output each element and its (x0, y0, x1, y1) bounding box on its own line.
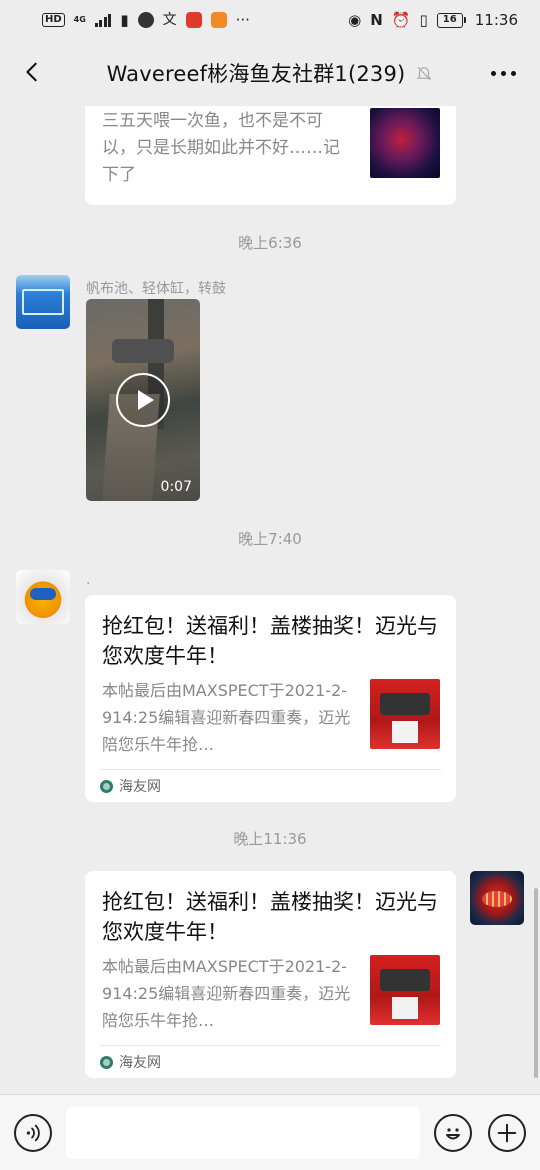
card-title: 抢红包！送福利！盖楼抽奖！迈光与您欢度牛年！ (102, 614, 438, 668)
mute-bell-icon (416, 66, 432, 81)
back-arrow-icon (26, 62, 37, 82)
card-thumbnail (370, 679, 440, 749)
video-app-icon (185, 12, 202, 28)
battery-level: 16 (442, 13, 457, 25)
back-button[interactable] (14, 54, 50, 90)
emoji-icon (446, 1128, 460, 1140)
sender-name: 帆布池、轻体缸，转鼓 (86, 281, 226, 297)
timestamp: 晚上7:40 (238, 530, 302, 548)
avatar[interactable] (470, 871, 524, 925)
translate-icon: 文 (162, 11, 177, 28)
avatar[interactable] (16, 275, 70, 329)
shop-app-icon (210, 12, 227, 28)
hd-badge: HD (42, 13, 65, 27)
card-source: 海友网 (100, 769, 441, 802)
signal-icon (94, 13, 112, 27)
source-icon (100, 1055, 113, 1069)
video-duration: 0:07 (160, 479, 192, 495)
voice-button[interactable] (14, 1114, 52, 1152)
plus-button[interactable] (488, 1114, 526, 1152)
source-name: 海友网 (119, 1055, 161, 1071)
timestamp: 晚上11:36 (233, 830, 307, 848)
chat-header: Wavereef彬海鱼友社群1(239) (0, 40, 540, 106)
sender-name: . (86, 572, 91, 588)
status-left: HD 4G ▮ 文 ··· (42, 12, 250, 28)
app-notification-icon (137, 12, 154, 28)
card-source: 海友网 (100, 1045, 441, 1078)
nfc-icon: N (370, 10, 383, 29)
status-bar: HD 4G ▮ 文 ··· ◉ N ⏰ ▯ 16 11:36 (0, 0, 540, 40)
more-notifications-icon: ··· (235, 10, 250, 29)
avatar[interactable] (16, 570, 70, 624)
card-desc: 三五天喂一次鱼，也不是不可以，只是长期如此并不好……记下了 (102, 111, 340, 185)
vibrate-icon: ▯ (419, 10, 428, 29)
source-icon (100, 779, 113, 793)
link-card[interactable]: 抢红包！送福利！盖楼抽奖！迈光与您欢度牛年！ 本帖最后由MAXSPECT于202… (85, 595, 456, 802)
eye-icon: ◉ (348, 10, 362, 29)
card-desc: 本帖最后由MAXSPECT于2021-2-914:25编辑喜迎新春四重奏，迈光陪… (102, 681, 351, 754)
plus-icon (497, 1123, 517, 1143)
more-icon (490, 70, 496, 76)
alert-icon: ▮ (120, 10, 129, 29)
card-desc: 本帖最后由MAXSPECT于2021-2-914:25编辑喜迎新春四重奏，迈光陪… (102, 957, 351, 1030)
battery-icon: 16 (436, 12, 466, 28)
link-card[interactable]: 抢红包！送福利！盖楼抽奖！迈光与您欢度牛年！ 本帖最后由MAXSPECT于202… (85, 871, 456, 1078)
video-message[interactable]: 0:07 (86, 299, 200, 501)
status-right: ◉ N ⏰ ▯ 16 11:36 (348, 11, 518, 29)
input-bar (0, 1094, 540, 1170)
status-time: 11:36 (474, 11, 518, 29)
more-button[interactable] (486, 56, 520, 90)
network-type: 4G (73, 15, 86, 24)
timestamp: 晚上6:36 (238, 234, 302, 252)
emoji-button[interactable] (434, 1114, 472, 1152)
scrollbar[interactable] (534, 888, 538, 1078)
card-thumbnail (370, 108, 440, 178)
card-thumbnail (370, 955, 440, 1025)
chat-title: Wavereef彬海鱼友社群1(239) (106, 62, 406, 86)
message-input[interactable] (66, 1107, 420, 1159)
link-card-top[interactable]: 三五天喂一次鱼，也不是不可以，只是长期如此并不好……记下了 (85, 106, 456, 205)
message-list[interactable]: 三五天喂一次鱼，也不是不可以，只是长期如此并不好……记下了 晚上6:36 帆布池… (0, 106, 540, 1094)
alarm-icon: ⏰ (391, 10, 411, 29)
source-name: 海友网 (119, 779, 161, 795)
voice-icon (26, 1124, 40, 1142)
play-icon[interactable] (116, 373, 170, 427)
card-title: 抢红包！送福利！盖楼抽奖！迈光与您欢度牛年！ (102, 890, 438, 944)
